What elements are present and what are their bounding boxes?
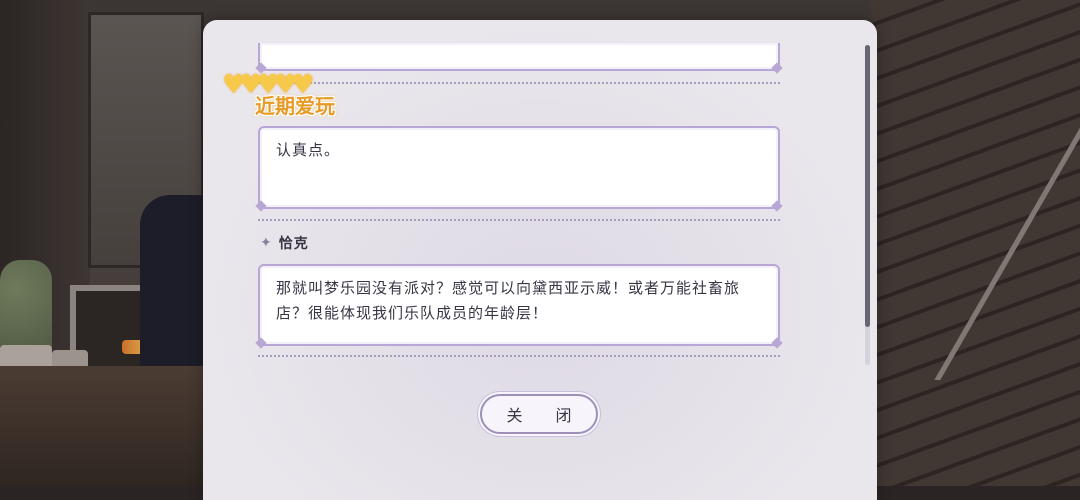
staircase [870, 0, 1080, 486]
dialog-text-box: 认真点。 [258, 126, 780, 209]
speaker-name: 恰克 [278, 236, 309, 252]
dialog-text-box-previous [258, 43, 780, 71]
speaker-label: ✦ 恰克 [260, 233, 309, 253]
close-button[interactable]: 关 闭 [480, 394, 598, 434]
dialog-text-box: 那就叫梦乐园没有派对？感觉可以向黛西亚示威！或者万能社畜旅店？很能体现我们乐队成… [258, 264, 780, 346]
character-silhouette [140, 195, 210, 395]
dialog-text: 那就叫梦乐园没有派对？感觉可以向黛西亚示威！或者万能社畜旅店？很能体现我们乐队成… [276, 279, 741, 322]
entry-divider [258, 219, 780, 221]
speaker-name-special: ♥♥♥♥♥ 近期爱玩 [222, 70, 372, 118]
speaker-name: 近期爱玩 [255, 94, 335, 118]
sparkle-icon: ✦ [260, 235, 273, 251]
log-scrollbar[interactable] [865, 45, 870, 365]
dialog-text: 认真点。 [276, 141, 341, 159]
entry-divider [258, 355, 780, 357]
scrollbar-thumb[interactable] [865, 45, 870, 327]
